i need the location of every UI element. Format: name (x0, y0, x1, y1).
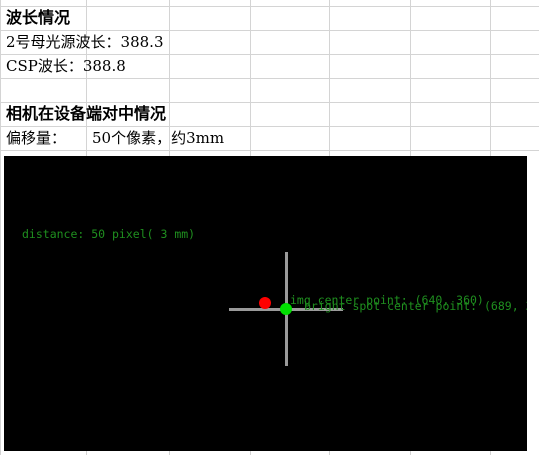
column-line (0, 0, 1, 455)
cell-master-source-wavelength[interactable]: 2号母光源波长：388.3 (6, 31, 164, 53)
camera-centering-image: distance: 50 pixel( 3 mm) img center poi… (4, 156, 527, 451)
target-center-dot (259, 297, 271, 309)
row-line (0, 126, 539, 127)
cell-camera-centering-heading[interactable]: 相机在设备端对中情况 (6, 103, 166, 125)
row-line (0, 150, 539, 151)
cell-offset-label[interactable]: 偏移量： (6, 127, 66, 149)
row-line (0, 78, 539, 79)
cell-csp-wavelength[interactable]: CSP波长：388.8 (6, 55, 126, 77)
cell-wavelength-heading[interactable]: 波长情况 (6, 7, 70, 29)
target-center-label: bright spot center point: (689, 374) (304, 299, 527, 313)
row-line (0, 6, 539, 7)
distance-label: distance: 50 pixel( 3 mm) (22, 227, 196, 241)
cell-offset-value[interactable]: 50个像素，约3mm (92, 127, 224, 149)
